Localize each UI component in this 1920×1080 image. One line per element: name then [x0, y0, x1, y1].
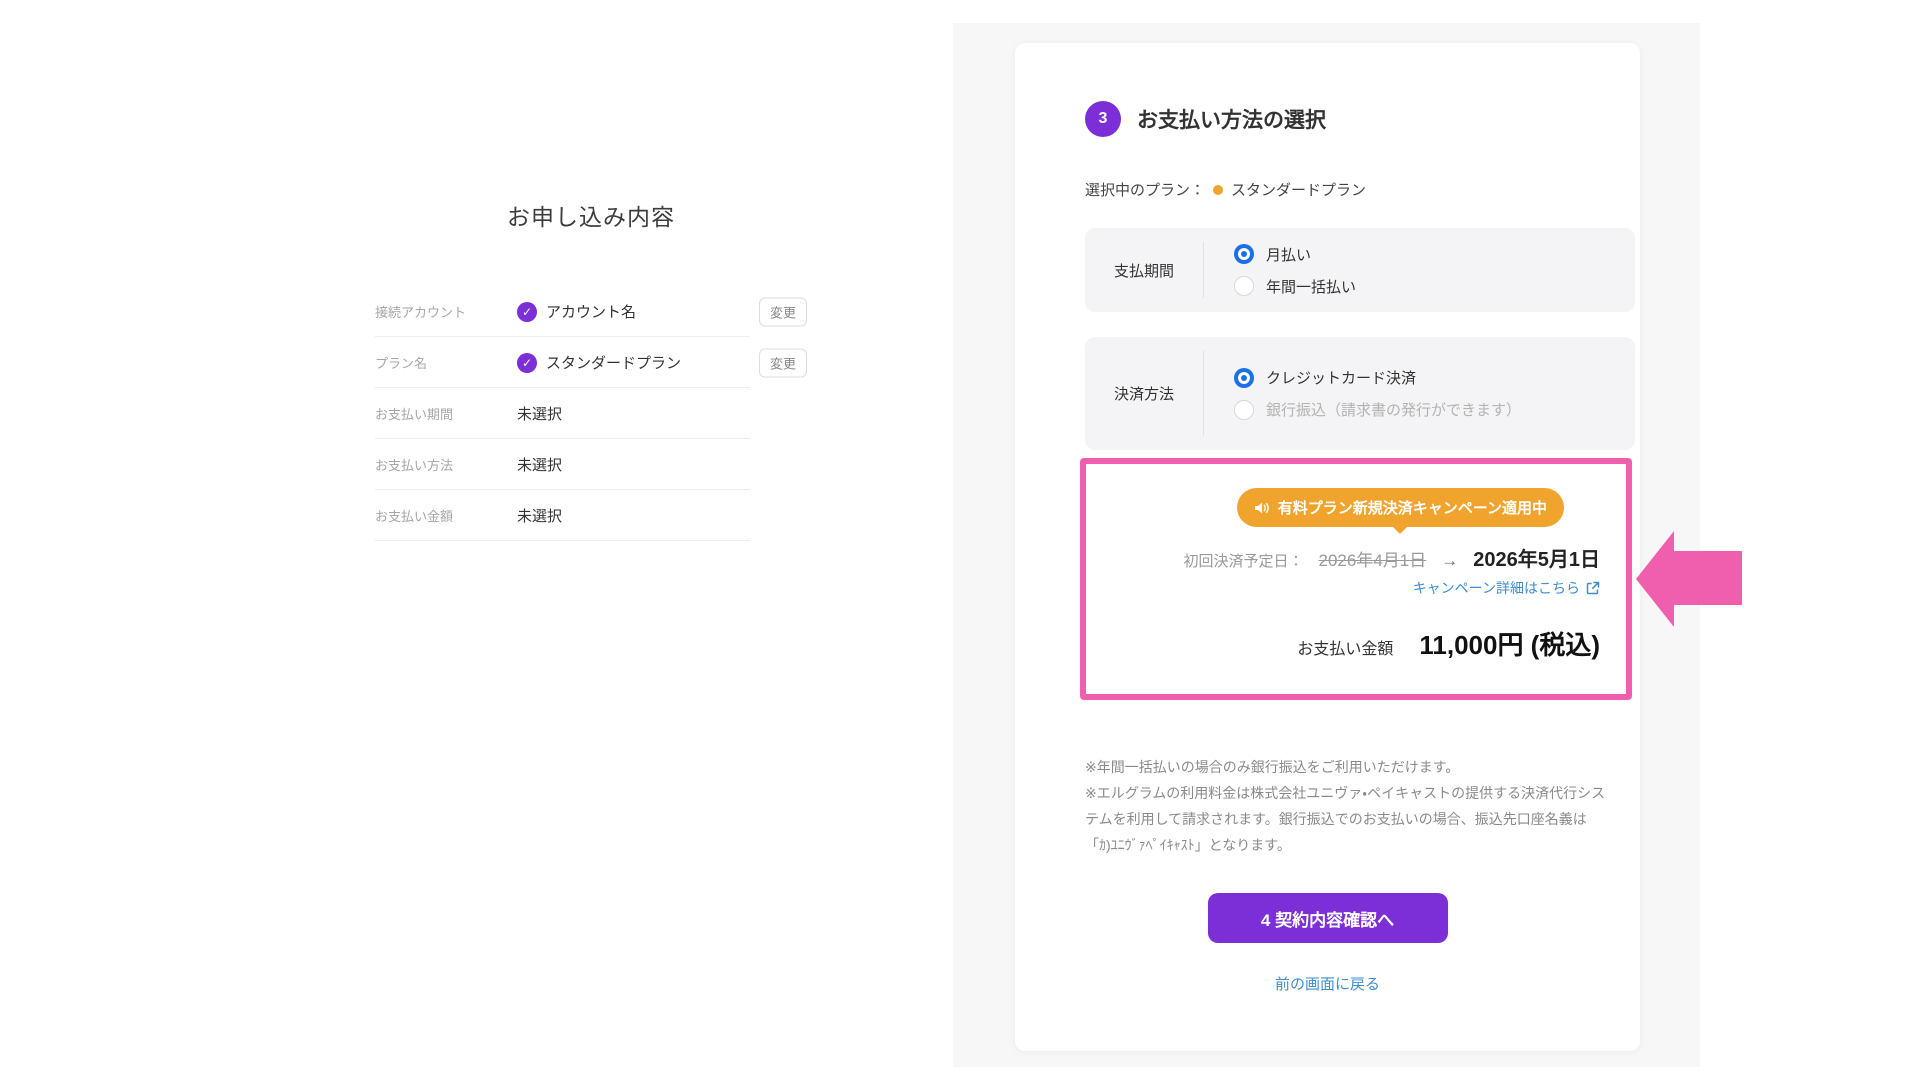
radio-list: クレジットカード決済 銀行振込（請求書の発行ができます）	[1204, 367, 1521, 420]
payment-notes: ※年間一括払いの場合のみ銀行振込をご利用いただけます。 ※エルグラムの利用料金は…	[1085, 755, 1607, 859]
selected-plan-line: 選択中のプラン： スタンダードプラン	[1085, 179, 1366, 200]
campaign-badge: 有料プラン新規決済キャンペーン適用中	[1237, 488, 1564, 527]
payment-method-card: 3 お支払い方法の選択 選択中のプラン： スタンダードプラン 支払期間 月払い …	[1015, 43, 1640, 1051]
amount-row: お支払い金額 11,000円 (税込)	[1106, 625, 1600, 662]
note-line: ※年間一括払いの場合のみ銀行振込をご利用いただけます。	[1085, 755, 1607, 781]
radio-credit-card[interactable]: クレジットカード決済	[1234, 367, 1521, 388]
summary-row-period: お支払い期間 未選択	[375, 388, 807, 439]
payment-period-group: 支払期間 月払い 年間一括払い	[1085, 228, 1635, 312]
campaign-details-link-text: キャンペーン詳細はこちら	[1413, 578, 1580, 598]
check-icon: ✓	[517, 302, 537, 322]
summary-row-amount: お支払い金額 未選択	[375, 490, 807, 541]
amount-value: 11,000円 (税込)	[1419, 625, 1600, 662]
row-value-text: スタンダードプラン	[546, 352, 681, 373]
radio-label: 年間一括払い	[1266, 276, 1356, 297]
old-payment-date: 2026年4月1日	[1319, 546, 1427, 571]
row-value-text: 未選択	[517, 403, 562, 424]
radio-list: 月払い 年間一括払い	[1204, 244, 1356, 297]
row-value: 未選択	[517, 403, 562, 424]
back-link[interactable]: 前の画面に戻る	[1015, 973, 1640, 994]
step-number-badge: 3	[1085, 101, 1121, 137]
first-payment-row: 初回決済予定日： 2026年4月1日 → 2026年5月1日	[1106, 543, 1600, 572]
row-value: 未選択	[517, 505, 562, 526]
application-summary-title: お申し込み内容	[375, 198, 807, 232]
radio-selected-icon[interactable]	[1234, 244, 1254, 264]
row-value: ✓ アカウント名	[517, 301, 636, 322]
amount-label: お支払い金額	[1297, 635, 1393, 659]
pink-arrow-annotation	[1636, 529, 1742, 629]
first-payment-label: 初回決済予定日：	[1184, 550, 1304, 571]
radio-annual[interactable]: 年間一括払い	[1234, 276, 1356, 297]
radio-bank-transfer[interactable]: 銀行振込（請求書の発行ができます）	[1234, 399, 1521, 420]
row-value: ✓ スタンダードプラン	[517, 352, 681, 373]
arrow-right-icon: →	[1441, 551, 1458, 571]
change-account-button[interactable]: 変更	[759, 297, 807, 326]
radio-label: 銀行振込（請求書の発行ができます）	[1266, 399, 1521, 420]
row-label: お支払い方法	[375, 455, 517, 474]
group-label: 決済方法	[1085, 383, 1203, 404]
selected-plan-label: 選択中のプラン：	[1085, 179, 1205, 200]
radio-selected-icon[interactable]	[1234, 368, 1254, 388]
radio-monthly[interactable]: 月払い	[1234, 244, 1356, 265]
radio-label: クレジットカード決済	[1266, 367, 1416, 388]
radio-unselected-icon[interactable]	[1234, 400, 1254, 420]
selected-plan-name: スタンダードプラン	[1231, 179, 1366, 200]
application-summary: 接続アカウント ✓ アカウント名 変更 プラン名 ✓ スタンダードプラン 変更 …	[375, 286, 807, 541]
row-label: 接続アカウント	[375, 302, 517, 321]
confirm-contract-button[interactable]: 4 契約内容確認へ	[1208, 893, 1448, 943]
radio-unselected-icon[interactable]	[1234, 276, 1254, 296]
row-label: お支払い金額	[375, 506, 517, 525]
payment-method-group: 決済方法 クレジットカード決済 銀行振込（請求書の発行ができます）	[1085, 337, 1635, 450]
note-line: ※エルグラムの利用料金は株式会社ユニヴァ・ペイキャストの提供する決済代行システム…	[1085, 781, 1607, 859]
summary-row-account: 接続アカウント ✓ アカウント名 変更	[375, 286, 807, 337]
row-label: お支払い期間	[375, 404, 517, 423]
new-payment-date: 2026年5月1日	[1473, 543, 1600, 572]
summary-row-plan: プラン名 ✓ スタンダードプラン 変更	[375, 337, 807, 388]
group-label: 支払期間	[1085, 260, 1203, 281]
change-plan-button[interactable]: 変更	[759, 348, 807, 377]
row-value-text: アカウント名	[546, 301, 636, 322]
campaign-details-link[interactable]: キャンペーン詳細はこちら	[1413, 578, 1600, 598]
campaign-badge-text: 有料プラン新規決済キャンペーン適用中	[1278, 497, 1547, 518]
step-header: 3 お支払い方法の選択	[1085, 101, 1326, 137]
external-link-icon	[1586, 581, 1600, 595]
radio-label: 月払い	[1266, 244, 1311, 265]
step-title: お支払い方法の選択	[1137, 104, 1326, 134]
row-value-text: 未選択	[517, 454, 562, 475]
row-value: 未選択	[517, 454, 562, 475]
page: お申し込み内容 接続アカウント ✓ アカウント名 変更 プラン名 ✓ スタンダー…	[0, 0, 1920, 1080]
summary-row-method: お支払い方法 未選択	[375, 439, 807, 490]
check-icon: ✓	[517, 353, 537, 373]
row-value-text: 未選択	[517, 505, 562, 526]
megaphone-icon	[1254, 500, 1270, 516]
campaign-highlight-box: 有料プラン新規決済キャンペーン適用中 初回決済予定日： 2026年4月1日 → …	[1080, 458, 1632, 700]
row-label: プラン名	[375, 353, 517, 372]
plan-dot-icon	[1213, 185, 1223, 195]
